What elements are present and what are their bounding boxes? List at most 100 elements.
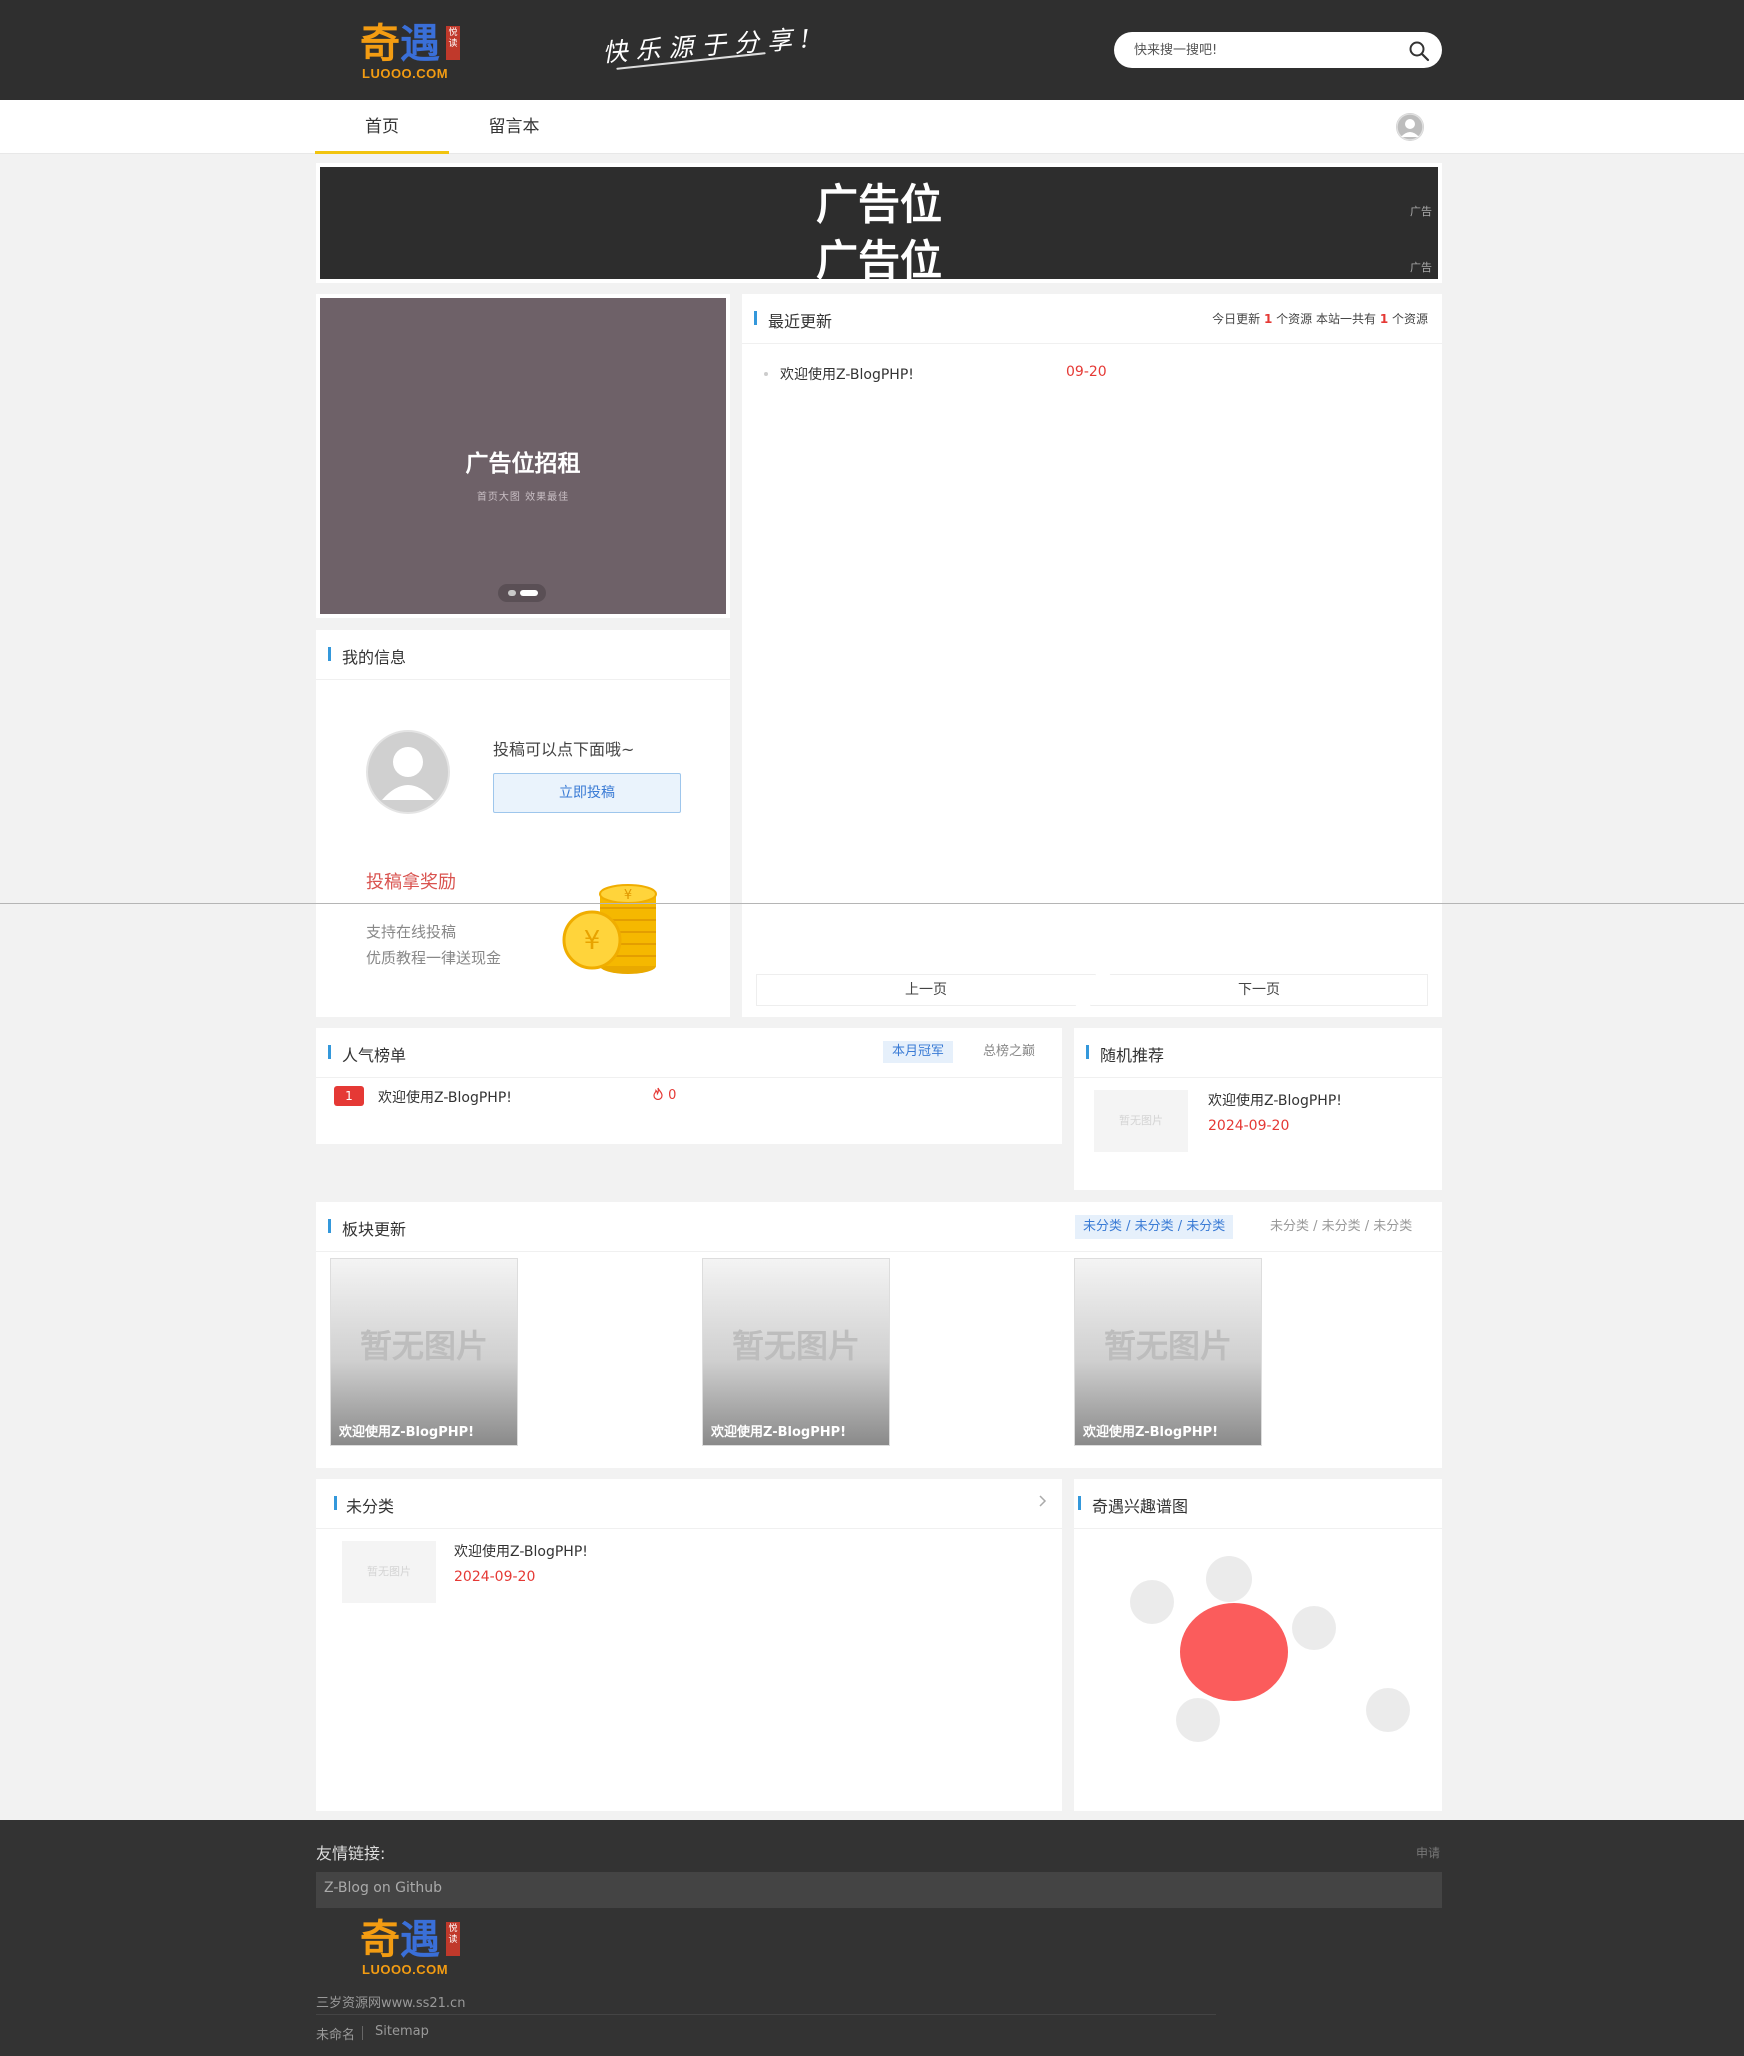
- logo-seal: 悦读: [446, 26, 460, 60]
- reward-line: 支持在线投稿: [366, 923, 457, 941]
- list-item-title[interactable]: 欢迎使用Z-BlogPHP!: [780, 364, 914, 384]
- prev-page-button[interactable]: 上一页: [756, 974, 1096, 1006]
- interest-bubble-main[interactable]: [1180, 1603, 1288, 1701]
- stats-total-count: 1: [1379, 312, 1389, 326]
- interest-bubble[interactable]: [1206, 1556, 1252, 1602]
- post-card[interactable]: 暂无图片 欢迎使用Z-BlogPHP!: [1074, 1258, 1262, 1446]
- interest-graph-panel: 奇遇兴趣谱图: [1074, 1479, 1442, 1811]
- footer-separator: [362, 2026, 363, 2040]
- logo-subtitle: LUOOO.COM: [362, 1962, 449, 1977]
- panel-title: 最近更新: [768, 312, 833, 331]
- search-input[interactable]: [1134, 40, 1394, 60]
- logo-glyph-1: 奇: [360, 20, 400, 67]
- stats-middle: 个资源 本站一共有: [1272, 312, 1380, 326]
- search-icon[interactable]: [1408, 40, 1430, 62]
- title-bar: [1086, 1045, 1089, 1059]
- logo-subtitle: LUOOO.COM: [362, 66, 449, 81]
- stats-suffix: 个资源: [1388, 312, 1428, 326]
- nav-item-guestbook[interactable]: 留言本: [449, 100, 579, 154]
- footer-link-unnamed[interactable]: 未命名: [316, 2024, 355, 2043]
- reward-title: 投稿拿奖励: [366, 872, 456, 893]
- panel-title: 板块更新: [342, 1220, 407, 1239]
- ad-tag: 广告: [1410, 205, 1432, 218]
- panel-title: 我的信息: [342, 648, 407, 667]
- top-ad-inner: 广告位 广告位 广告 广告: [320, 167, 1438, 285]
- post-card[interactable]: 暂无图片 欢迎使用Z-BlogPHP!: [330, 1258, 518, 1446]
- panel-header: 我的信息: [316, 630, 730, 680]
- post-title[interactable]: 欢迎使用Z-BlogPHP!: [454, 1541, 588, 1561]
- top-header: 奇遇 悦读 LUOOO.COM 快乐源于分享!: [0, 0, 1744, 100]
- post-card[interactable]: 暂无图片 欢迎使用Z-BlogPHP!: [702, 1258, 890, 1446]
- footer-link-sitemap[interactable]: Sitemap: [375, 2024, 429, 2039]
- slider-dot-1[interactable]: [508, 590, 516, 596]
- list-item[interactable]: 欢迎使用Z-BlogPHP! 09-20: [764, 360, 1384, 388]
- recent-panel: 最近更新 今日更新 1 个资源 本站一共有 1 个资源 欢迎使用Z-BlogPH…: [742, 294, 1442, 1017]
- svg-text:¥: ¥: [584, 926, 601, 956]
- panel-header: 最近更新 今日更新 1 个资源 本站一共有 1 个资源: [742, 294, 1442, 344]
- title-bar: [328, 1045, 331, 1059]
- nav-item-home[interactable]: 首页: [315, 100, 449, 154]
- post-title[interactable]: 欢迎使用Z-BlogPHP!: [1208, 1090, 1342, 1110]
- post-date: 2024-09-20: [1208, 1118, 1290, 1134]
- gold-coins-icon: ¥ ¥: [562, 884, 657, 974]
- interest-bubble[interactable]: [1130, 1580, 1174, 1624]
- slider-dots: [498, 584, 546, 602]
- blocks-panel: 板块更新 未分类 / 未分类 / 未分类 未分类 / 未分类 / 未分类 暂无图…: [316, 1202, 1442, 1468]
- user-avatar-icon[interactable]: [1396, 113, 1424, 141]
- panel-title: 随机推荐: [1100, 1046, 1165, 1065]
- interest-bubble[interactable]: [1366, 1688, 1410, 1732]
- site-logo[interactable]: 奇遇 悦读 LUOOO.COM: [360, 20, 460, 81]
- slider-subtitle: 首页大图 效果最佳: [476, 492, 570, 503]
- recent-stats: 今日更新 1 个资源 本站一共有 1 个资源: [1212, 310, 1428, 327]
- post-card-title: 欢迎使用Z-BlogPHP!: [339, 1425, 475, 1440]
- interest-bubble[interactable]: [1176, 1698, 1220, 1742]
- site-slogan: 快乐源于分享!: [601, 23, 819, 68]
- tab-all-time[interactable]: 总榜之巅: [974, 1041, 1044, 1063]
- post-card-title: 欢迎使用Z-BlogPHP!: [1083, 1425, 1219, 1440]
- logo-glyphs: 奇遇: [360, 1918, 460, 1962]
- title-bar: [1078, 1496, 1081, 1510]
- apply-link[interactable]: 申请: [1416, 1844, 1440, 1861]
- image-placeholder: 暂无图片: [359, 1327, 488, 1365]
- panel-header: 板块更新 未分类 / 未分类 / 未分类 未分类 / 未分类 / 未分类: [316, 1202, 1442, 1252]
- slider-ad[interactable]: 广告位招租 首页大图 效果最佳: [316, 294, 730, 618]
- image-placeholder: 暂无图片: [1103, 1327, 1232, 1365]
- footer-divider: [316, 2014, 1216, 2015]
- panel-header: 随机推荐: [1074, 1028, 1442, 1078]
- title-bar: [328, 1219, 331, 1233]
- search-box: [1114, 32, 1442, 68]
- title-bar: [334, 1496, 337, 1510]
- friend-links-title: 友情链接:: [316, 1844, 386, 1863]
- tab-month-champion[interactable]: 本月冠军: [883, 1041, 954, 1063]
- post-thumbnail[interactable]: 暂无图片: [1094, 1090, 1188, 1152]
- next-page-button[interactable]: 下一页: [1090, 974, 1428, 1006]
- post-thumbnail[interactable]: 暂无图片: [342, 1541, 436, 1603]
- table-row[interactable]: 1 欢迎使用Z-BlogPHP! 0: [334, 1084, 1034, 1110]
- panel-title: 未分类: [346, 1497, 395, 1516]
- uncategorized-panel: 未分类 暂无图片 欢迎使用Z-BlogPHP! 2024-09-20: [316, 1479, 1062, 1811]
- logo-seal: 悦读: [446, 1922, 460, 1956]
- main-nav: 首页 留言本: [0, 100, 1744, 154]
- random-panel: 随机推荐 暂无图片 欢迎使用Z-BlogPHP! 2024-09-20: [1074, 1028, 1442, 1190]
- logo-glyph-2: 遇: [400, 20, 440, 67]
- footer-site-name: 三岁资源网www.ss21.cn: [316, 1996, 466, 2011]
- slider-dot-2[interactable]: [520, 590, 538, 596]
- bullet-icon: [764, 372, 768, 376]
- rank-badge: 1: [334, 1086, 364, 1106]
- tab-category-group-2[interactable]: 未分类 / 未分类 / 未分类: [1262, 1215, 1420, 1239]
- popular-panel: 人气榜单 本月冠军 总榜之巅 1 欢迎使用Z-BlogPHP! 0: [316, 1028, 1062, 1144]
- ad-tag: 广告: [1410, 261, 1432, 274]
- top-ad-banner[interactable]: 广告位 广告位 广告 广告: [316, 163, 1442, 285]
- reward-line: 优质教程一律送现金: [366, 949, 502, 967]
- rank-title[interactable]: 欢迎使用Z-BlogPHP!: [378, 1087, 512, 1107]
- panel-header: 人气榜单 本月冠军 总榜之巅: [316, 1028, 1062, 1078]
- image-placeholder: 暂无图片: [731, 1327, 860, 1365]
- friend-link[interactable]: Z-Blog on Github: [324, 1880, 442, 1896]
- flame-icon: [653, 1087, 663, 1101]
- chevron-right-icon[interactable]: [1038, 1493, 1048, 1509]
- footer-logo[interactable]: 奇遇 悦读 LUOOO.COM: [360, 1918, 460, 1977]
- tab-category-group-1[interactable]: 未分类 / 未分类 / 未分类: [1075, 1215, 1234, 1239]
- interest-bubble[interactable]: [1292, 1606, 1336, 1650]
- submit-button[interactable]: 立即投稿: [493, 773, 681, 813]
- list-item-date: 09-20: [1066, 364, 1107, 380]
